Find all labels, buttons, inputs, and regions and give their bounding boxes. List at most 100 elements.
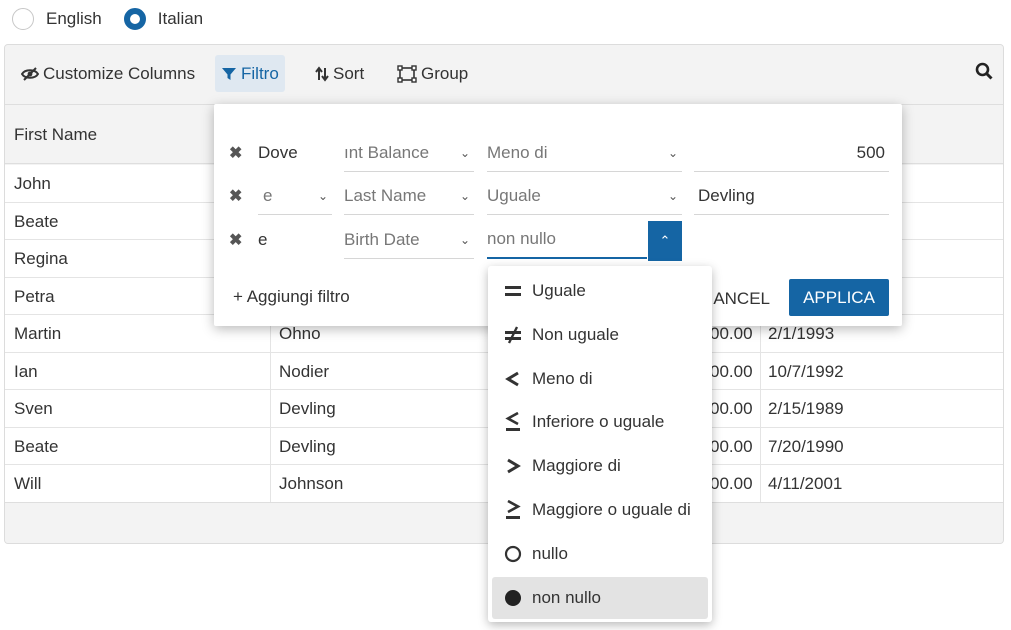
table-cell-date: 4/11/2001 bbox=[768, 474, 843, 493]
filter-conjunction: e bbox=[258, 230, 268, 249]
table-cell-balance: 00.00 bbox=[710, 399, 753, 418]
column-header-first-name[interactable]: First Name bbox=[14, 125, 97, 145]
table-cell-first: Beate bbox=[14, 211, 59, 231]
group-icon bbox=[397, 64, 417, 83]
radio-italian[interactable] bbox=[123, 8, 146, 30]
filter-conjunction-select[interactable]: e ⌄ bbox=[258, 177, 332, 215]
dropdown-toggle-button[interactable]: ⌃ bbox=[648, 221, 682, 261]
eye-slash-icon bbox=[21, 66, 39, 81]
filter-label: Filtro bbox=[241, 63, 279, 83]
column-divider bbox=[760, 352, 761, 389]
apply-button[interactable]: APPLICA bbox=[789, 279, 889, 316]
table-cell-date: 2/1/1993 bbox=[768, 324, 835, 343]
operator-option-label: Meno di bbox=[532, 368, 593, 388]
add-filter-button[interactable]: + Aggiungi filtro bbox=[233, 287, 350, 307]
filter-field-select[interactable]: ınt Balance ⌄ bbox=[344, 134, 474, 172]
filter-field-select[interactable]: Last Name ⌄ bbox=[344, 177, 474, 215]
not-equal-icon bbox=[502, 324, 524, 346]
table-cell-first: Beate bbox=[14, 436, 59, 456]
operator-dropdown: Uguale Non uguale Meno di Inferiore o ugual… bbox=[488, 266, 712, 622]
chevron-down-icon: ⌄ bbox=[667, 145, 679, 160]
table-cell-last: Nodier bbox=[279, 361, 330, 381]
chevron-down-icon: ⌄ bbox=[459, 188, 471, 203]
operator-option-label: Inferiore o uguale bbox=[532, 412, 665, 432]
table-cell-first: Regina bbox=[14, 249, 68, 268]
chevron-down-icon: ⌄ bbox=[667, 188, 679, 203]
operator-option[interactable]: Meno di bbox=[492, 358, 708, 400]
cancel-button[interactable]: ANCEL bbox=[704, 280, 784, 317]
table-cell-first: Sven bbox=[14, 399, 53, 418]
operator-option[interactable]: Non uguale bbox=[492, 314, 708, 356]
radio-english[interactable] bbox=[12, 8, 34, 30]
operator-option[interactable]: Inferiore o uguale bbox=[492, 401, 708, 443]
grid-toolbar: Customize Columns Filtro Sort Group bbox=[5, 45, 1003, 105]
search-button[interactable] bbox=[975, 62, 993, 85]
filter-value-input[interactable]: 500 bbox=[694, 134, 889, 172]
column-divider bbox=[760, 465, 761, 502]
filter-row: ✖ e ⌄ Last Name ⌄ Uguale ⌄ Devling bbox=[214, 177, 902, 221]
filter-button[interactable]: Filtro bbox=[215, 55, 285, 92]
chevron-down-icon: ⌄ bbox=[459, 232, 471, 247]
table-cell-balance: 00.00 bbox=[710, 324, 753, 343]
customize-columns-label: Customize Columns bbox=[43, 63, 196, 83]
column-divider bbox=[760, 427, 761, 464]
circle-outline-icon bbox=[502, 543, 524, 565]
sort-button[interactable]: Sort bbox=[309, 55, 370, 92]
chevron-down-icon: ⌄ bbox=[317, 188, 329, 203]
column-divider bbox=[270, 427, 271, 464]
column-divider bbox=[270, 352, 271, 389]
less-equal-icon bbox=[502, 411, 524, 433]
operator-option[interactable]: Uguale bbox=[492, 270, 708, 312]
operator-option-label: Maggiore o uguale di bbox=[532, 500, 691, 519]
table-cell-first: Petra bbox=[14, 286, 55, 306]
table-cell-last: Ohno bbox=[279, 324, 321, 343]
greater-equal-icon bbox=[502, 499, 524, 521]
filter-field-select[interactable]: Birth Date ⌄ bbox=[344, 221, 474, 259]
table-cell-first: John bbox=[14, 174, 51, 193]
operator-option[interactable]: Maggiore o uguale di bbox=[492, 489, 708, 531]
table-cell-balance: 00.00 bbox=[710, 361, 753, 381]
language-selector: English Italian bbox=[12, 8, 225, 30]
group-label: Group bbox=[421, 63, 469, 83]
filter-operator-select[interactable]: Uguale ⌄ bbox=[487, 177, 682, 215]
filter-conjunction: Dove bbox=[258, 143, 298, 162]
sort-icon bbox=[315, 65, 329, 82]
customize-columns-button[interactable]: Customize Columns bbox=[15, 55, 201, 92]
equals-icon bbox=[502, 280, 524, 302]
operator-option-label: Uguale bbox=[532, 281, 586, 300]
column-divider bbox=[270, 465, 271, 502]
operator-option[interactable]: non nullo bbox=[492, 576, 708, 619]
table-cell-last: Devling bbox=[279, 436, 336, 456]
remove-filter-icon[interactable]: ✖ bbox=[229, 146, 245, 162]
filter-value-input[interactable]: Devling bbox=[694, 177, 889, 215]
language-label-english: English bbox=[46, 9, 102, 28]
language-option-english[interactable]: English bbox=[12, 8, 102, 30]
chevron-down-icon: ⌄ bbox=[459, 145, 471, 160]
operator-option-label: non nullo bbox=[532, 587, 602, 607]
language-label-italian: Italian bbox=[157, 9, 204, 28]
remove-filter-icon[interactable]: ✖ bbox=[229, 233, 245, 249]
filter-row: ✖ Dove ınt Balance ⌄ Meno di ⌄ 500 bbox=[214, 134, 902, 178]
operator-option[interactable]: Maggiore di bbox=[492, 445, 708, 487]
operator-option-label: Maggiore di bbox=[532, 456, 621, 476]
filter-operator-select[interactable]: Meno di ⌄ bbox=[487, 134, 682, 172]
column-divider bbox=[270, 390, 271, 427]
table-cell-date: 2/15/1989 bbox=[768, 399, 844, 418]
operator-option-label: Non uguale bbox=[532, 324, 619, 344]
operator-option[interactable]: nullo bbox=[492, 533, 708, 575]
table-cell-last: Devling bbox=[279, 399, 336, 418]
table-cell-first: Ian bbox=[14, 361, 38, 381]
group-button[interactable]: Group bbox=[391, 55, 474, 92]
table-cell-balance: 00.00 bbox=[710, 436, 753, 456]
greater-than-icon bbox=[502, 455, 524, 477]
table-cell-last: Johnson bbox=[279, 474, 344, 493]
filter-icon bbox=[222, 67, 236, 80]
filter-operator-select-open[interactable]: non nullo bbox=[487, 221, 647, 259]
remove-filter-icon[interactable]: ✖ bbox=[229, 189, 245, 205]
chevron-up-icon: ⌃ bbox=[659, 233, 671, 248]
less-than-icon bbox=[502, 368, 524, 390]
table-cell-first: Will bbox=[14, 474, 42, 493]
operator-option-label: nullo bbox=[532, 543, 568, 563]
table-cell-balance: 00.00 bbox=[710, 474, 753, 493]
language-option-italian[interactable]: Italian bbox=[123, 8, 204, 30]
